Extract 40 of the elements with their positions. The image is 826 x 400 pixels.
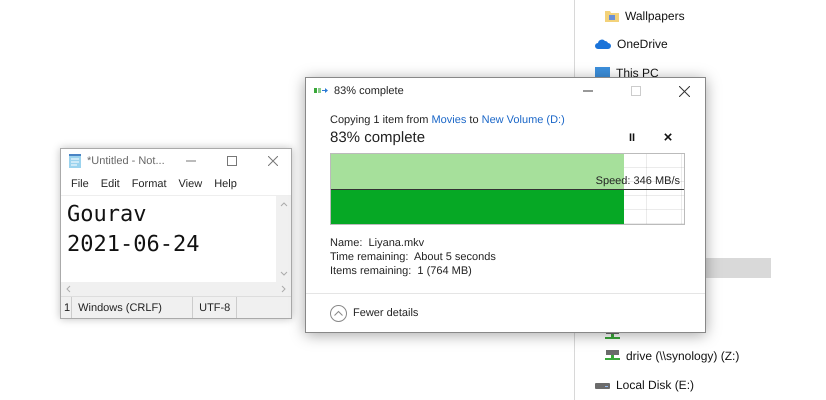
destination-link[interactable]: New Volume (D:) [482,114,565,126]
nav-item[interactable]: drive (\\synology) (Z:) [626,349,740,363]
pause-button[interactable]: II [611,132,653,144]
network-drive-icon [605,350,620,362]
menu-item[interactable]: Format [126,178,173,190]
horizontal-scrollbar[interactable] [61,282,291,296]
copy-icon [314,86,328,96]
status-text: Windows (CRLF) [72,297,194,318]
scroll-right-icon[interactable] [281,285,286,293]
scroll-down-icon[interactable] [280,271,288,276]
detail-text: Items remaining: 1 (764 MB) [330,264,473,278]
progress-heading: 83% complete [330,129,426,146]
status-text: 1 [61,297,72,318]
menu-item[interactable]: File [65,178,95,190]
monitor-icon [595,66,610,80]
nav-item[interactable]: Wallpapers [625,9,685,23]
fewer-details-button[interactable]: Fewer details [330,304,418,322]
chevron-up-icon [330,304,347,322]
notepad-icon [68,154,82,168]
copy-summary: Copying 1 item from Movies to New Volume (D:) [330,114,566,126]
menu-item[interactable]: Help [208,178,243,190]
menu-item[interactable]: View [172,178,208,190]
status-text: UTF-8 [193,297,238,318]
nav-item[interactable]: Local Disk (E:) [616,378,694,392]
text-area[interactable]: Gourav 2021-06-24 [61,196,276,282]
detail-text: Time remaining: About 5 seconds [330,250,497,264]
window-title: 83% complete [334,85,405,97]
folder-icon [605,10,619,22]
scroll-up-icon[interactable] [280,202,288,207]
detail-text: Name: Liyana.mkv [330,236,426,250]
nav-item[interactable]: This PC [616,66,659,80]
vertical-scrollbar[interactable] [276,196,291,282]
window-title: *Untitled - Not... [87,155,166,167]
cloud-icon [595,39,611,49]
source-link[interactable]: Movies [431,114,466,126]
scroll-left-icon[interactable] [66,285,71,293]
menu-item[interactable]: Edit [94,178,126,190]
cancel-button[interactable]: × [653,129,683,146]
speed-label: Speed: 346 MB/s [596,175,680,187]
nav-item[interactable]: OneDrive [617,37,668,51]
